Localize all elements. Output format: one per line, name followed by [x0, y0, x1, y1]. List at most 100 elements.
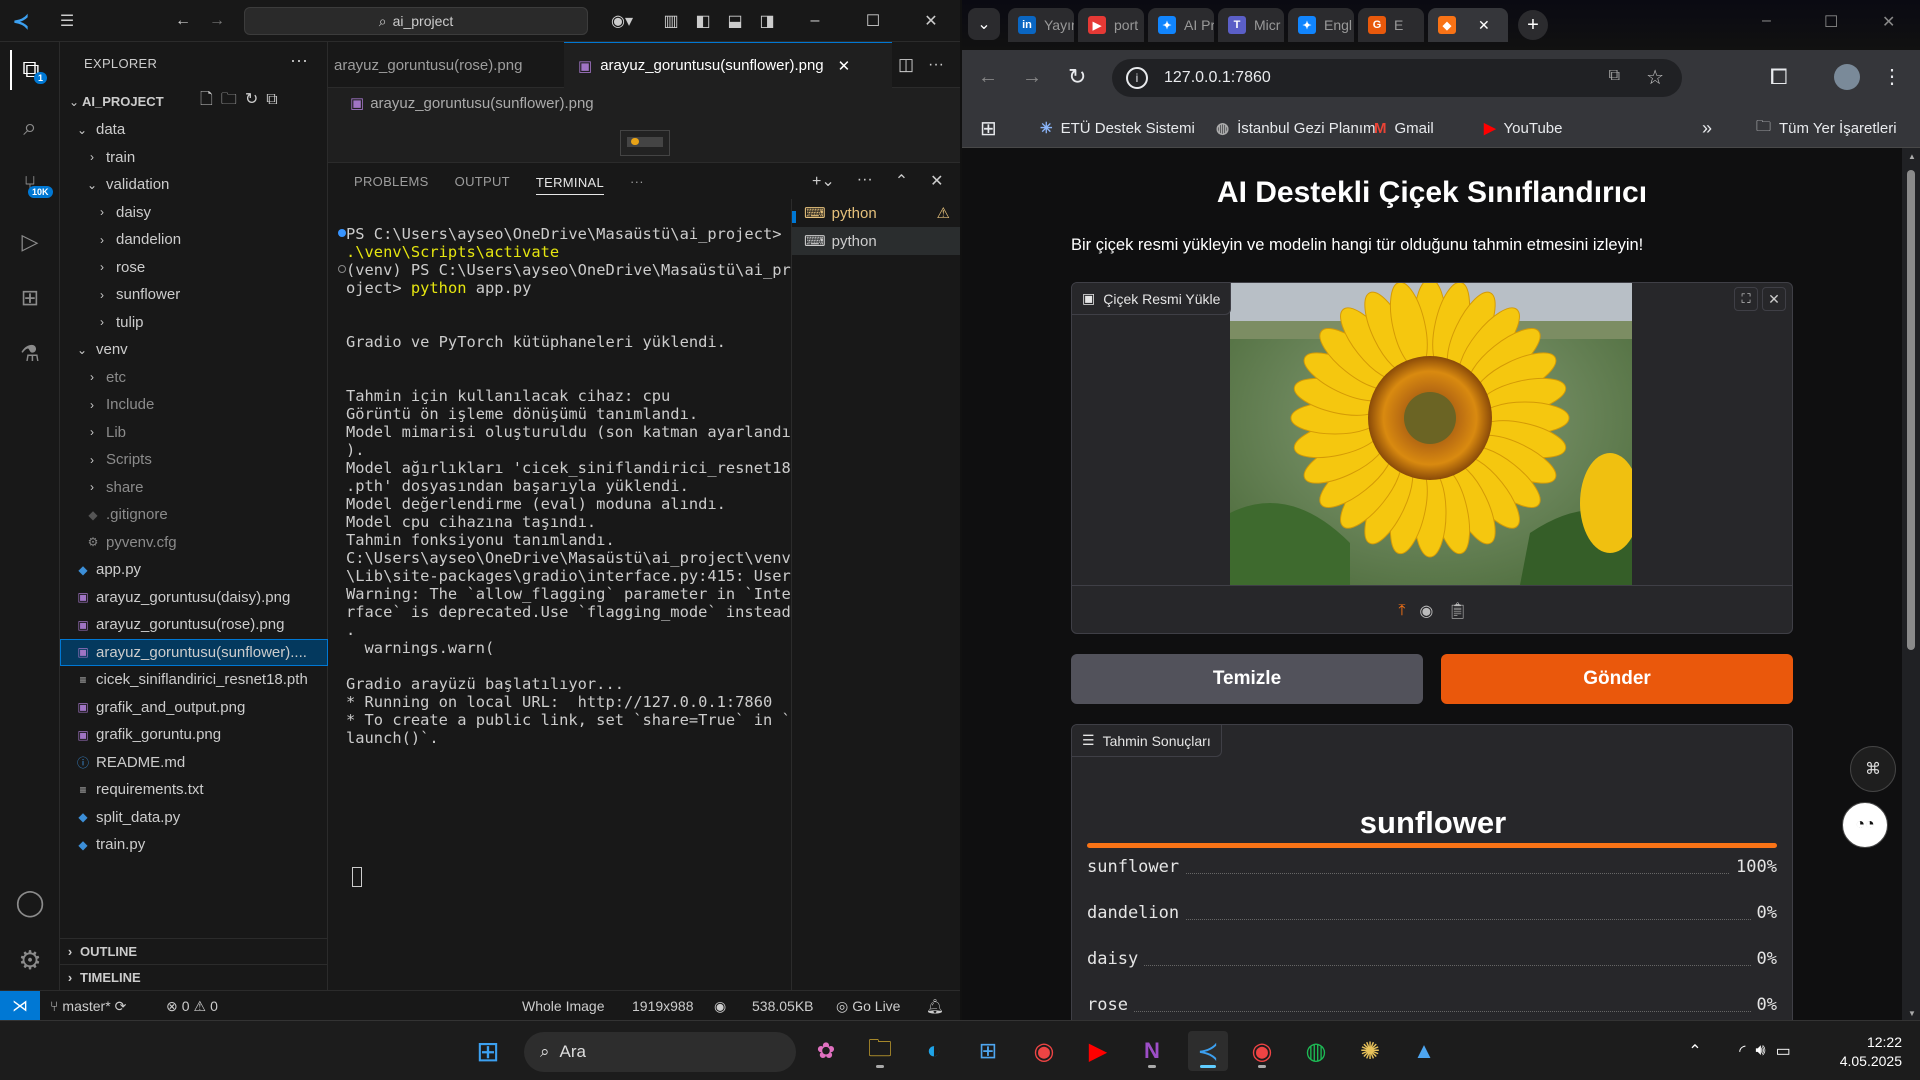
clear-image-icon[interactable]: ✕ — [1762, 287, 1786, 311]
whole-image-status[interactable]: Whole Image — [522, 991, 604, 1021]
bookmark-item[interactable]: ▶ YouTube — [1484, 108, 1563, 148]
upload-icon[interactable]: ⤒ — [1398, 602, 1405, 620]
tree-item[interactable]: ◆ .gitignore — [60, 501, 328, 529]
project-root[interactable]: ⌄ AI_PROJECT 🗋🗀↻⧉ — [60, 88, 328, 116]
panel-tab-terminal[interactable]: TERMINAL — [535, 171, 605, 195]
maximize-icon[interactable]: ☐ — [1824, 12, 1838, 32]
minimize-icon[interactable]: – — [1762, 12, 1771, 30]
browser-tab[interactable]: ✦ Engl — [1288, 8, 1354, 42]
maximize-panel-icon[interactable]: ⌃ — [895, 171, 908, 191]
apps-grid-icon[interactable]: ⊞ — [980, 108, 997, 148]
system-tray[interactable]: ◜ 🔊︎ ▭ — [1720, 1031, 1810, 1071]
extensions-icon[interactable]: ⊞ — [10, 278, 50, 318]
tree-item[interactable]: ▣ grafik_and_output.png — [60, 694, 328, 722]
webcam-icon[interactable]: ◉ — [1419, 601, 1433, 621]
close-tab-icon[interactable]: ✕ — [1478, 17, 1490, 34]
explorer-actions[interactable]: 🗋🗀↻⧉ — [200, 88, 286, 115]
more-bookmarks-icon[interactable]: » — [1702, 108, 1712, 148]
browser-tab[interactable]: ✦ AI Pr — [1148, 8, 1214, 42]
terminal-instance[interactable]: ⌨ python ⚠ — [792, 199, 960, 227]
toggle-sidebar-icon[interactable]: ◧ — [690, 8, 716, 34]
chrome-profile-icon[interactable]: ◉ — [1242, 1031, 1282, 1071]
extensions-icon[interactable]: ⧠ — [1770, 64, 1788, 90]
notifications-icon[interactable]: 🔔︎ — [926, 991, 944, 1021]
clock[interactable]: 12:22 4.05.2025 — [1840, 1033, 1902, 1071]
tree-item[interactable]: › share — [60, 474, 328, 502]
forward-arrow-icon[interactable]: → — [204, 8, 230, 34]
toggle-secondary-sidebar-icon[interactable]: ◨ — [754, 8, 780, 34]
bookmark-item[interactable]: ✳ ETÜ Destek Sistemi — [1040, 108, 1195, 148]
close-tab-icon[interactable]: ✕ — [838, 57, 851, 75]
hamburger-menu-icon[interactable]: ☰ — [54, 8, 80, 34]
outline-section[interactable]: › OUTLINE — [60, 938, 328, 964]
copilot-status-icon[interactable]: ◉ — [714, 991, 726, 1021]
tree-item[interactable]: ◆ train.py — [60, 831, 328, 859]
tree-item[interactable]: › train — [60, 144, 328, 172]
scroll-thumb[interactable] — [1907, 170, 1915, 650]
clear-button[interactable]: Temizle — [1071, 654, 1423, 704]
tab-search-icon[interactable]: ⌄ — [968, 8, 1000, 40]
chrome-icon[interactable]: ◉ — [1024, 1031, 1064, 1071]
tree-item[interactable]: ▣ grafik_goruntu.png — [60, 721, 328, 749]
bookmark-star-icon[interactable]: ☆ — [1646, 65, 1664, 90]
remote-icon[interactable]: ⋊ — [0, 991, 40, 1021]
more-actions-icon[interactable]: ··· — [630, 163, 644, 199]
search-icon[interactable]: ⌕ — [10, 108, 50, 148]
tree-item[interactable]: › daisy — [60, 199, 328, 227]
tree-item[interactable]: › Lib — [60, 419, 328, 447]
settings-gear-icon[interactable]: ⚙ — [10, 940, 50, 980]
page-scrollbar[interactable]: ▲ ▼ — [1902, 148, 1920, 1020]
tree-item[interactable]: ⌄ data — [60, 116, 328, 144]
more-actions-icon[interactable]: ··· — [922, 42, 950, 88]
account-icon[interactable]: ◯ — [10, 882, 50, 922]
tree-item[interactable]: › etc — [60, 364, 328, 392]
translate-icon[interactable]: ⧉ — [1609, 67, 1620, 85]
clipboard-icon[interactable]: 📋︎ — [1447, 601, 1467, 621]
back-arrow-icon[interactable]: ← — [170, 8, 196, 34]
more-actions-icon[interactable]: ··· — [857, 171, 873, 191]
photos-icon[interactable]: ▲ — [1404, 1031, 1444, 1071]
maximize-icon[interactable]: ☐ — [860, 8, 886, 34]
assistant-bot-icon[interactable]: ◔◔ — [1842, 802, 1888, 848]
tab-rose-image[interactable]: arayuz_goruntusu(rose).png — [328, 42, 528, 88]
tree-item[interactable]: ▣ arayuz_goruntusu(daisy).png — [60, 584, 328, 612]
panel-tab-output[interactable]: OUTPUT — [455, 163, 510, 199]
tree-item[interactable]: › tulip — [60, 309, 328, 337]
tree-item[interactable]: ⌄ venv — [60, 336, 328, 364]
tree-item[interactable]: › sunflower — [60, 281, 328, 309]
panel-tab-problems[interactable]: PROBLEMS — [354, 163, 429, 199]
source-control-icon[interactable]: ⑂ 10K — [10, 164, 53, 204]
tree-item[interactable]: ◆ app.py — [60, 556, 328, 584]
tree-item[interactable]: ⚙ pyvenv.cfg — [60, 529, 328, 557]
tree-item[interactable]: › rose — [60, 254, 328, 282]
paint-icon[interactable]: ✺ — [1350, 1031, 1390, 1071]
taskbar-search[interactable]: ⌕ Ara — [524, 1032, 796, 1072]
bookmark-item[interactable]: M Gmail — [1374, 108, 1434, 148]
command-center-search[interactable]: ⌕ ai_project — [244, 7, 588, 35]
tab-sunflower-image[interactable]: ▣ arayuz_goruntusu(sunflower).png ✕ — [564, 42, 892, 88]
address-bar[interactable]: i 127.0.0.1:7860 ⧉ ☆ — [1112, 59, 1682, 97]
tree-item[interactable]: › Include — [60, 391, 328, 419]
toggle-panel-icon[interactable]: ⬓ — [722, 8, 748, 34]
tree-item[interactable]: ⓘ README.md — [60, 749, 328, 777]
branch-status[interactable]: ⑂ master* ⟳ — [50, 991, 126, 1021]
timeline-section[interactable]: › TIMELINE — [60, 964, 328, 990]
tray-chevron-icon[interactable]: ⌃ — [1680, 1031, 1710, 1071]
browser-tab[interactable]: ◆ ✕ — [1428, 8, 1508, 42]
new-tab-icon[interactable]: + — [1518, 10, 1548, 40]
site-info-icon[interactable]: i — [1126, 67, 1148, 89]
copilot-icon[interactable]: ✿ — [806, 1031, 846, 1071]
browser-tab[interactable]: ▶ port — [1078, 8, 1144, 42]
onenote-icon[interactable]: N — [1132, 1031, 1172, 1071]
tree-item[interactable]: ◆ split_data.py — [60, 804, 328, 832]
go-live-button[interactable]: ◎ Go Live — [836, 991, 900, 1021]
close-panel-icon[interactable]: ✕ — [930, 171, 943, 191]
menu-dots-icon[interactable]: ⋮ — [1882, 64, 1902, 89]
split-editor-icon[interactable]: ◫ — [892, 42, 920, 88]
back-arrow-icon[interactable]: ← — [978, 66, 998, 89]
store-icon[interactable]: ⊞ — [968, 1031, 1008, 1071]
browser-tab[interactable]: in Yayın — [1008, 8, 1074, 42]
browser-tab[interactable]: GE — [1358, 8, 1424, 42]
customize-layout-icon[interactable]: ▥ — [658, 8, 684, 34]
all-bookmarks-folder[interactable]: 🗀︎ Tüm Yer İşaretleri — [1756, 108, 1897, 148]
